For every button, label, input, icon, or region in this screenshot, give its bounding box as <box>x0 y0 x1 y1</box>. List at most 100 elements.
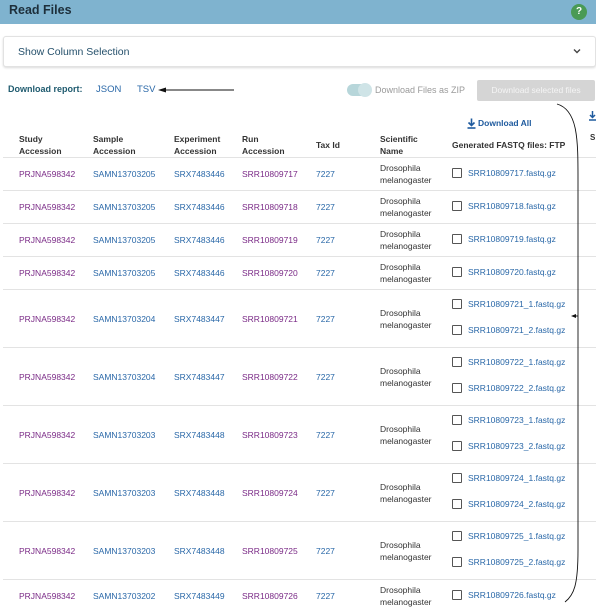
file-checkbox[interactable] <box>452 357 462 367</box>
run-accession-link[interactable]: SRR10809726 <box>242 591 298 601</box>
fastq-file-link[interactable]: SRR10809722_1.fastq.gz <box>468 357 565 367</box>
fastq-file-link[interactable]: SRR10809720.fastq.gz <box>468 267 556 277</box>
study-accession-link[interactable]: PRJNA598342 <box>19 372 75 382</box>
fastq-file-link[interactable]: SRR10809726.fastq.gz <box>468 590 556 600</box>
fastq-file-link[interactable]: SRR10809725_2.fastq.gz <box>468 557 565 567</box>
tax-id-link[interactable]: 7227 <box>316 314 335 324</box>
fastq-file-link[interactable]: SRR10809721_2.fastq.gz <box>468 325 565 335</box>
tax-id-link[interactable]: 7227 <box>316 591 335 601</box>
tax-id-link[interactable]: 7227 <box>316 430 335 440</box>
column-header-fastq-ftp[interactable]: Generated FASTQ files: FTP <box>452 139 565 151</box>
sample-accession-link[interactable]: SAMN13703205 <box>93 235 155 245</box>
study-accession-link[interactable]: PRJNA598342 <box>19 235 75 245</box>
experiment-accession-link[interactable]: SRX7483448 <box>174 488 225 498</box>
experiment-accession-link[interactable]: SRX7483446 <box>174 169 225 179</box>
column-header-study-accession[interactable]: Study Accession <box>19 133 62 157</box>
run-accession-link[interactable]: SRR10809723 <box>242 430 298 440</box>
study-accession-link[interactable]: PRJNA598342 <box>19 546 75 556</box>
scientific-name: Drosophila melanogaster <box>380 307 450 331</box>
run-accession-link[interactable]: SRR10809720 <box>242 268 298 278</box>
show-column-selection-panel[interactable]: Show Column Selection <box>3 36 596 67</box>
tax-id-link[interactable]: 7227 <box>316 488 335 498</box>
download-tsv-link[interactable]: TSV <box>137 84 155 95</box>
sample-accession-link[interactable]: SAMN13703203 <box>93 488 155 498</box>
tax-id-link[interactable]: 7227 <box>316 372 335 382</box>
file-checkbox[interactable] <box>452 168 462 178</box>
fastq-file-link[interactable]: SRR10809721_1.fastq.gz <box>468 299 565 309</box>
fastq-file-link[interactable]: SRR10809723_1.fastq.gz <box>468 415 565 425</box>
study-accession-link[interactable]: PRJNA598342 <box>19 169 75 179</box>
experiment-accession-link[interactable]: SRX7483447 <box>174 372 225 382</box>
sample-accession-link[interactable]: SAMN13703205 <box>93 202 155 212</box>
experiment-accession-link[interactable]: SRX7483448 <box>174 546 225 556</box>
run-accession-link[interactable]: SRR10809725 <box>242 546 298 556</box>
chevron-down-icon[interactable] <box>571 45 583 57</box>
column-header-sample-accession[interactable]: Sample Accession <box>93 133 136 157</box>
sample-accession-link[interactable]: SAMN13703203 <box>93 430 155 440</box>
experiment-accession-link[interactable]: SRX7483447 <box>174 314 225 324</box>
file-checkbox[interactable] <box>452 590 462 600</box>
sample-accession-link[interactable]: SAMN13703202 <box>93 591 155 601</box>
sample-accession-link[interactable]: SAMN13703205 <box>93 268 155 278</box>
file-checkbox[interactable] <box>452 415 462 425</box>
file-checkbox[interactable] <box>452 531 462 541</box>
run-accession-link[interactable]: SRR10809717 <box>242 169 298 179</box>
file-checkbox[interactable] <box>452 441 462 451</box>
file-checkbox[interactable] <box>452 325 462 335</box>
column-header-tax-id[interactable]: Tax Id <box>316 139 340 151</box>
study-accession-link[interactable]: PRJNA598342 <box>19 314 75 324</box>
study-accession-link[interactable]: PRJNA598342 <box>19 268 75 278</box>
sample-accession-link[interactable]: SAMN13703205 <box>93 169 155 179</box>
column-header-run-accession[interactable]: Run Accession <box>242 133 285 157</box>
study-accession-link[interactable]: PRJNA598342 <box>19 488 75 498</box>
file-checkbox[interactable] <box>452 383 462 393</box>
study-accession-link[interactable]: PRJNA598342 <box>19 202 75 212</box>
download-icon[interactable] <box>467 118 476 129</box>
fastq-file-link[interactable]: SRR10809724_1.fastq.gz <box>468 473 565 483</box>
file-checkbox[interactable] <box>452 267 462 277</box>
tax-id-link[interactable]: 7227 <box>316 546 335 556</box>
run-accession-link[interactable]: SRR10809721 <box>242 314 298 324</box>
experiment-accession-link[interactable]: SRX7483446 <box>174 235 225 245</box>
sample-accession-link[interactable]: SAMN13703204 <box>93 314 155 324</box>
run-accession-link[interactable]: SRR10809722 <box>242 372 298 382</box>
experiment-accession-link[interactable]: SRX7483449 <box>174 591 225 601</box>
download-all-link[interactable]: Download All <box>478 118 532 128</box>
file-checkbox[interactable] <box>452 299 462 309</box>
file-checkbox[interactable] <box>452 234 462 244</box>
fastq-file-link[interactable]: SRR10809722_2.fastq.gz <box>468 383 565 393</box>
study-accession-link[interactable]: PRJNA598342 <box>19 430 75 440</box>
help-icon[interactable]: ? <box>571 4 587 20</box>
tax-id-link[interactable]: 7227 <box>316 202 335 212</box>
sample-accession-link[interactable]: SAMN13703203 <box>93 546 155 556</box>
tax-id-link[interactable]: 7227 <box>316 169 335 179</box>
fastq-file-link[interactable]: SRR10809719.fastq.gz <box>468 234 556 244</box>
file-checkbox[interactable] <box>452 499 462 509</box>
download-json-link[interactable]: JSON <box>96 84 121 95</box>
fastq-file-link[interactable]: SRR10809718.fastq.gz <box>468 201 556 211</box>
run-accession-link[interactable]: SRR10809719 <box>242 235 298 245</box>
run-accession-link[interactable]: SRR10809718 <box>242 202 298 212</box>
file-checkbox[interactable] <box>452 201 462 211</box>
partial-download-icon[interactable] <box>589 111 596 121</box>
tax-id-link[interactable]: 7227 <box>316 268 335 278</box>
tax-id-link[interactable]: 7227 <box>316 235 335 245</box>
download-selected-files-button[interactable]: Download selected files <box>477 80 595 101</box>
fastq-file-link[interactable]: SRR10809724_2.fastq.gz <box>468 499 565 509</box>
fastq-file-link[interactable]: SRR10809723_2.fastq.gz <box>468 441 565 451</box>
column-header-scientific-name[interactable]: Scientific Name <box>380 133 418 157</box>
column-header-experiment-accession[interactable]: Experiment Accession <box>174 133 220 157</box>
study-accession-link[interactable]: PRJNA598342 <box>19 591 75 601</box>
fastq-file-link[interactable]: SRR10809717.fastq.gz <box>468 168 556 178</box>
run-accession-link[interactable]: SRR10809724 <box>242 488 298 498</box>
zip-toggle[interactable] <box>347 83 372 97</box>
file-checkbox[interactable] <box>452 557 462 567</box>
file-checkbox[interactable] <box>452 473 462 483</box>
partial-column-header: S <box>590 133 596 142</box>
fastq-file-link[interactable]: SRR10809725_1.fastq.gz <box>468 531 565 541</box>
download-report-label: Download report: <box>8 84 83 94</box>
sample-accession-link[interactable]: SAMN13703204 <box>93 372 155 382</box>
experiment-accession-link[interactable]: SRX7483446 <box>174 202 225 212</box>
experiment-accession-link[interactable]: SRX7483448 <box>174 430 225 440</box>
experiment-accession-link[interactable]: SRX7483446 <box>174 268 225 278</box>
